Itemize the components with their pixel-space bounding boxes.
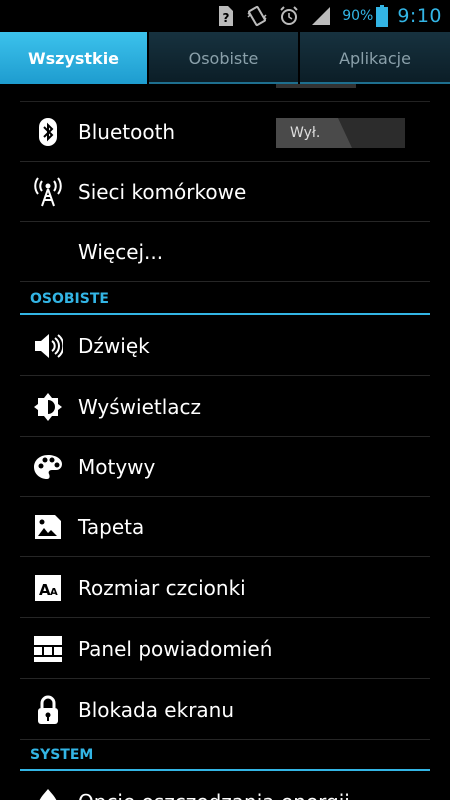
battery-icon <box>375 4 389 28</box>
sound-icon <box>28 326 68 366</box>
previous-row-remnant <box>20 84 430 102</box>
clock: 9:10 <box>397 5 442 27</box>
toggle-off-label: Wył. <box>276 118 352 148</box>
settings-item-label: Bluetooth <box>78 119 176 144</box>
settings-item-mobile-networks[interactable]: Sieci komórkowe <box>20 162 430 222</box>
vibrate-icon <box>244 4 270 28</box>
settings-item-label: Dźwięk <box>78 333 150 358</box>
tab-all[interactable]: Wszystkie <box>0 32 149 84</box>
settings-item-sound[interactable]: Dźwięk <box>20 316 430 376</box>
lock-icon <box>28 690 68 730</box>
tab-apps[interactable]: Aplikacje <box>300 32 450 84</box>
section-header-personal: OSOBISTE <box>20 287 430 315</box>
tab-bar: Wszystkie Osobiste Aplikacje <box>0 32 450 84</box>
settings-item-label: Blokada ekranu <box>78 697 235 722</box>
settings-item-wallpaper[interactable]: Tapeta <box>20 497 430 557</box>
tab-personal[interactable]: Osobiste <box>149 32 300 84</box>
bluetooth-icon <box>28 112 68 152</box>
settings-item-label: Tapeta <box>78 514 145 539</box>
settings-item-lock-screen[interactable]: Blokada ekranu <box>20 680 430 740</box>
settings-item-label: Opcje oszczędzania energii <box>78 790 350 800</box>
power-saving-icon <box>28 782 68 800</box>
svg-text:?: ? <box>223 11 230 25</box>
settings-item-label: Motywy <box>78 454 156 479</box>
svg-text:A: A <box>50 587 58 598</box>
notification-panel-icon <box>28 629 68 669</box>
font-size-icon: AA <box>28 568 68 608</box>
status-bar: ? 90% 9:10 <box>0 0 450 32</box>
wallpaper-icon <box>28 507 68 547</box>
section-header-system: SYSTEM <box>20 743 430 771</box>
settings-item-font-size[interactable]: AA Rozmiar czcionki <box>20 558 430 618</box>
section-header-label: SYSTEM <box>30 747 94 763</box>
cell-tower-icon <box>28 172 68 212</box>
settings-item-label: Wyświetlacz <box>78 394 202 419</box>
settings-item-bluetooth[interactable]: Bluetooth Wył. <box>20 102 430 162</box>
settings-item-label: Więcej... <box>78 239 164 264</box>
settings-item-label: Rozmiar czcionki <box>78 575 246 600</box>
previous-toggle-remnant <box>276 84 356 88</box>
settings-item-notification-panel[interactable]: Panel powiadomień <box>20 619 430 679</box>
settings-item-themes[interactable]: Motywy <box>20 437 430 497</box>
battery-percent: 90% <box>342 8 374 24</box>
settings-item-more[interactable]: Więcej... <box>20 222 430 282</box>
display-icon <box>28 387 68 427</box>
settings-item-label: Panel powiadomień <box>78 636 273 661</box>
sim-question-icon: ? <box>212 4 238 28</box>
bluetooth-toggle[interactable]: Wył. <box>276 118 405 148</box>
themes-icon <box>28 447 68 487</box>
settings-item-display[interactable]: Wyświetlacz <box>20 377 430 437</box>
settings-item-power-saving[interactable]: Opcje oszczędzania energii <box>20 772 430 800</box>
settings-item-label: Sieci komórkowe <box>78 179 247 204</box>
signal-icon <box>308 4 334 28</box>
alarm-icon <box>276 4 302 28</box>
section-header-label: OSOBISTE <box>30 291 109 307</box>
